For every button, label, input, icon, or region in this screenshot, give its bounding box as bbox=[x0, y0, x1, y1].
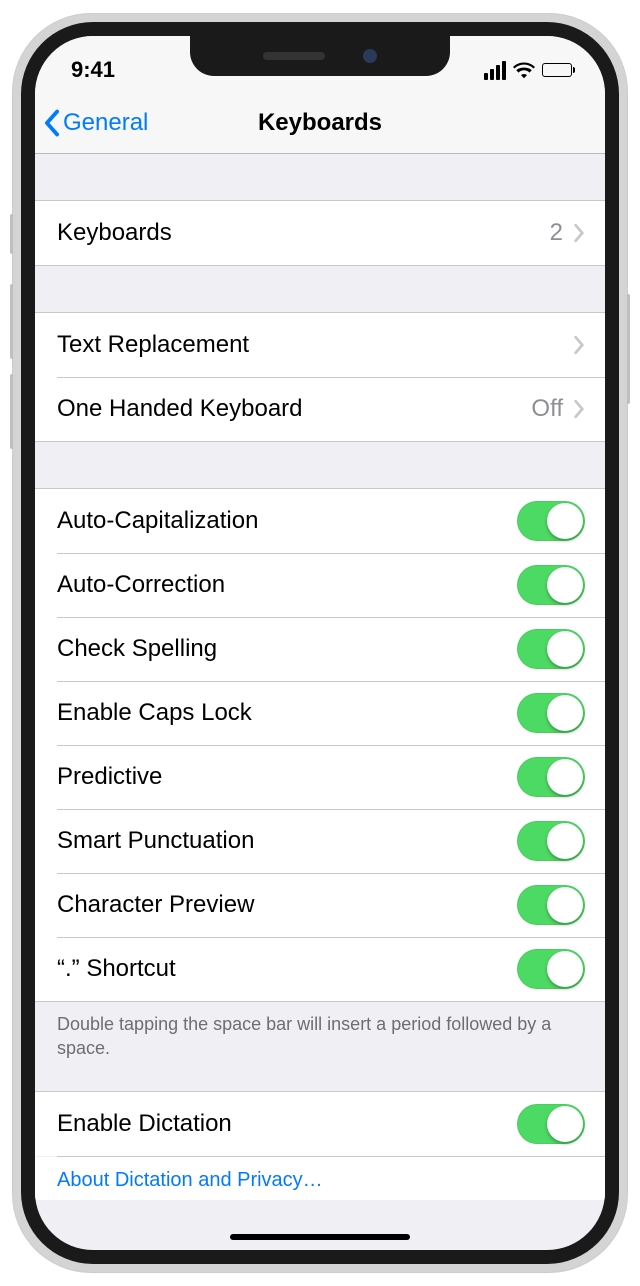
predictive-label: Predictive bbox=[57, 763, 162, 791]
enable-dictation-toggle[interactable] bbox=[517, 1104, 585, 1144]
notch bbox=[190, 36, 450, 76]
side-button bbox=[627, 294, 630, 404]
page-title: Keyboards bbox=[258, 109, 382, 137]
speaker-grille bbox=[263, 52, 325, 60]
back-label: General bbox=[63, 109, 148, 137]
smart-punctuation-row: Smart Punctuation bbox=[35, 809, 605, 873]
status-time: 9:41 bbox=[71, 57, 115, 83]
front-camera bbox=[363, 49, 377, 63]
battery-icon bbox=[542, 63, 575, 77]
auto-capitalization-row: Auto-Capitalization bbox=[35, 489, 605, 553]
auto-correction-row: Auto-Correction bbox=[35, 553, 605, 617]
caps-lock-row: Enable Caps Lock bbox=[35, 681, 605, 745]
caps-lock-toggle[interactable] bbox=[517, 693, 585, 733]
about-dictation-link[interactable]: About Dictation and Privacy… bbox=[35, 1157, 605, 1200]
cellular-signal-icon bbox=[484, 61, 506, 80]
dot-shortcut-toggle[interactable] bbox=[517, 949, 585, 989]
smart-punctuation-toggle[interactable] bbox=[517, 821, 585, 861]
enable-dictation-row: Enable Dictation bbox=[35, 1092, 605, 1156]
back-button[interactable]: General bbox=[43, 92, 148, 153]
volume-down-button bbox=[10, 374, 13, 449]
chevron-left-icon bbox=[43, 109, 61, 137]
auto-correction-label: Auto-Correction bbox=[57, 571, 225, 599]
dot-shortcut-label: “.” Shortcut bbox=[57, 955, 176, 983]
caps-lock-label: Enable Caps Lock bbox=[57, 699, 252, 727]
one-handed-label: One Handed Keyboard bbox=[57, 395, 303, 423]
home-indicator[interactable] bbox=[230, 1234, 410, 1240]
wifi-icon bbox=[513, 61, 535, 79]
chevron-right-icon bbox=[573, 223, 585, 243]
shortcut-footer-text: Double tapping the space bar will insert… bbox=[35, 1002, 605, 1067]
check-spelling-row: Check Spelling bbox=[35, 617, 605, 681]
check-spelling-label: Check Spelling bbox=[57, 635, 217, 663]
auto-correction-toggle[interactable] bbox=[517, 565, 585, 605]
check-spelling-toggle[interactable] bbox=[517, 629, 585, 669]
character-preview-row: Character Preview bbox=[35, 873, 605, 937]
character-preview-label: Character Preview bbox=[57, 891, 254, 919]
enable-dictation-label: Enable Dictation bbox=[57, 1110, 232, 1138]
text-replacement-row[interactable]: Text Replacement bbox=[35, 313, 605, 377]
text-replacement-label: Text Replacement bbox=[57, 331, 249, 359]
predictive-row: Predictive bbox=[35, 745, 605, 809]
character-preview-toggle[interactable] bbox=[517, 885, 585, 925]
volume-up-button bbox=[10, 284, 13, 359]
keyboards-count: 2 bbox=[550, 219, 563, 247]
auto-capitalization-toggle[interactable] bbox=[517, 501, 585, 541]
auto-capitalization-label: Auto-Capitalization bbox=[57, 507, 258, 535]
chevron-right-icon bbox=[573, 335, 585, 355]
navigation-bar: General Keyboards bbox=[35, 92, 605, 154]
about-dictation-label: About Dictation and Privacy… bbox=[57, 1169, 323, 1191]
content-area[interactable]: Keyboards 2 Text Replacement One Ha bbox=[35, 154, 605, 1200]
smart-punctuation-label: Smart Punctuation bbox=[57, 827, 254, 855]
dot-shortcut-row: “.” Shortcut bbox=[35, 937, 605, 1001]
keyboards-label: Keyboards bbox=[57, 219, 172, 247]
screen: 9:41 General Ke bbox=[35, 36, 605, 1250]
mute-switch bbox=[10, 214, 13, 254]
chevron-right-icon bbox=[573, 399, 585, 419]
one-handed-value: Off bbox=[531, 395, 563, 423]
device-frame: 9:41 General Ke bbox=[13, 14, 627, 1272]
predictive-toggle[interactable] bbox=[517, 757, 585, 797]
keyboards-row[interactable]: Keyboards 2 bbox=[35, 201, 605, 265]
one-handed-keyboard-row[interactable]: One Handed Keyboard Off bbox=[35, 377, 605, 441]
